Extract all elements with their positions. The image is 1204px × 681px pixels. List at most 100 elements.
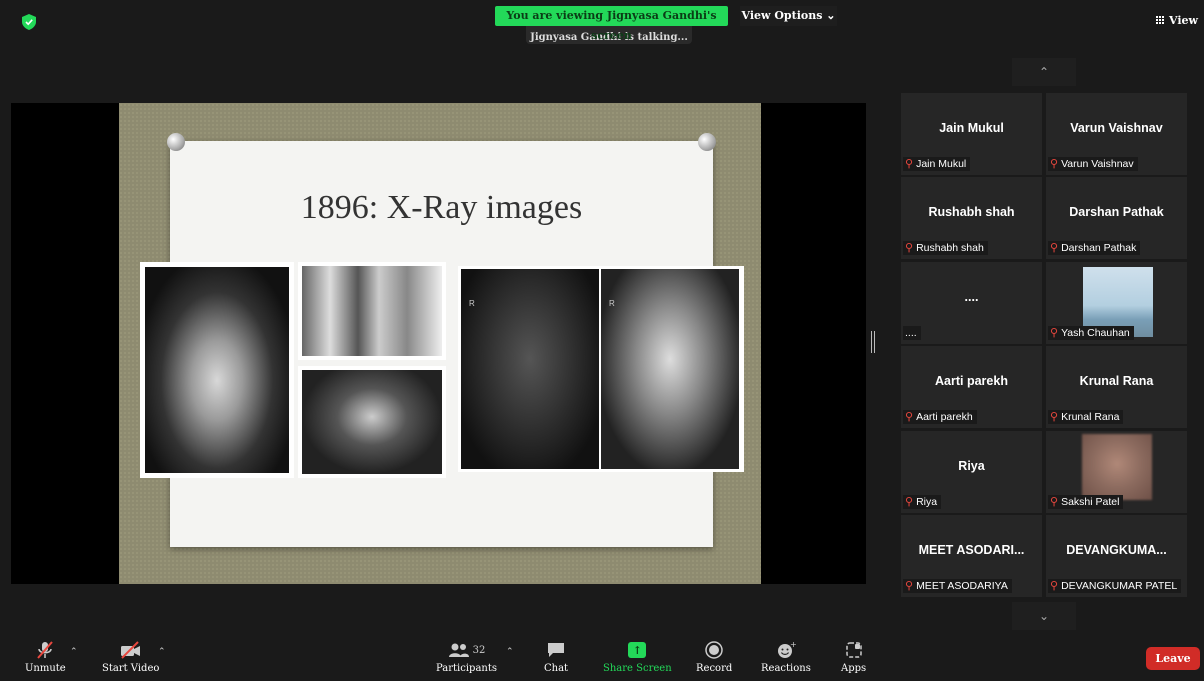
participant-name: Varun Vaishnav — [1070, 121, 1163, 135]
participant-label: ⚲ Jain Mukul — [903, 157, 971, 171]
chest-xray-image — [302, 370, 442, 474]
participant-label-text: Yash Chauhan — [1061, 327, 1130, 339]
participant-name: Darshan Pathak — [1069, 205, 1164, 219]
gallery-scroll-down-button[interactable]: ⌄ — [1012, 602, 1076, 630]
mic-off-icon: ⚲ — [905, 157, 914, 170]
mic-off-icon: ⚲ — [905, 410, 914, 423]
mic-off-icon: ⚲ — [905, 579, 914, 592]
chat-label: Chat — [544, 663, 569, 674]
reactions-button[interactable]: + Reactions — [761, 640, 811, 674]
viewing-banner: You are viewing Jignyasa Gandhi's screen — [495, 6, 728, 42]
slide-title: 1896: X-Ray images — [300, 189, 583, 226]
record-button[interactable]: Record — [696, 640, 732, 674]
participant-tile[interactable]: Riya ⚲ Riya — [901, 431, 1042, 513]
participant-tile[interactable]: Darshan Pathak ⚲ Darshan Pathak — [1046, 177, 1187, 259]
participant-tile[interactable]: Jain Mukul ⚲ Jain Mukul — [901, 93, 1042, 175]
participant-name: Rushabh shah — [928, 205, 1015, 219]
start-video-button[interactable]: Start Video — [102, 640, 159, 674]
participant-name: Aarti parekh — [935, 374, 1008, 388]
participant-label-text: DEVANGKUMAR PATEL — [1061, 580, 1178, 592]
xray-frame-hand — [140, 262, 294, 478]
pin-icon — [698, 133, 716, 151]
reactions-icon: + — [776, 640, 796, 660]
participant-label-text: Varun Vaishnav — [1061, 158, 1134, 170]
shared-screen: 1896: X-Ray images R R — [11, 103, 866, 584]
slide-paper: 1896: X-Ray images R R — [140, 133, 744, 547]
participant-label: ⚲ Varun Vaishnav — [1048, 157, 1138, 171]
meeting-window: Jignyasa Gandhi is talking... You are vi… — [0, 0, 1204, 681]
participant-label-text: Aarti parekh — [916, 411, 973, 423]
mic-muted-icon — [35, 640, 55, 660]
start-video-label: Start Video — [102, 663, 160, 674]
reactions-label: Reactions — [761, 663, 811, 674]
teeth-xray-image — [302, 266, 442, 356]
gallery-scroll-up-button[interactable]: ⌃ — [1012, 58, 1076, 86]
participant-label-text: Krunal Rana — [1061, 411, 1120, 423]
participant-label-text: Rushabh shah — [916, 242, 984, 254]
apps-icon — [845, 640, 862, 660]
chat-button[interactable]: Chat — [544, 640, 568, 674]
participant-label: ⚲ Sakshi Patel — [1048, 495, 1124, 509]
participant-tile[interactable]: .... .... — [901, 262, 1042, 344]
chevron-up-icon: ⌃ — [1038, 65, 1050, 79]
xray-marker: R — [609, 299, 615, 308]
participant-label: ⚲ Krunal Rana — [1048, 410, 1124, 424]
xray-frame-teeth — [298, 262, 446, 360]
pin-icon — [167, 133, 185, 151]
share-screen-button[interactable]: ↑ Share Screen — [603, 640, 672, 674]
chat-icon — [546, 640, 566, 660]
share-screen-label: Share Screen — [603, 663, 672, 674]
participant-name: DEVANGKUMA... — [1066, 543, 1167, 557]
record-icon — [705, 640, 723, 660]
view-button-label: View — [1169, 14, 1198, 27]
audio-options-caret[interactable]: ⌃ — [70, 646, 78, 657]
participant-name: MEET ASODARI... — [918, 543, 1025, 557]
mic-off-icon: ⚲ — [1050, 157, 1059, 170]
participant-tile[interactable]: Varun Vaishnav ⚲ Varun Vaishnav — [1046, 93, 1187, 175]
participant-name: Riya — [958, 459, 985, 473]
participant-tile[interactable]: Aarti parekh ⚲ Aarti parekh — [901, 346, 1042, 428]
participant-tile[interactable]: DEVANGKUMA... ⚲ DEVANGKUMAR PATEL — [1046, 515, 1187, 597]
mic-off-icon: ⚲ — [905, 495, 914, 508]
unmute-label: Unmute — [25, 663, 66, 674]
view-options-button[interactable]: View Options ⌄ — [740, 6, 837, 26]
infant-xray-image-left: R — [461, 269, 599, 469]
participant-label: ⚲ Aarti parekh — [903, 410, 977, 424]
chevron-down-icon: ⌄ — [1038, 609, 1050, 623]
mic-off-icon: ⚲ — [1050, 410, 1059, 423]
participant-name: .... — [964, 290, 979, 304]
xray-frame-chest — [298, 366, 446, 478]
xray-marker: R — [469, 299, 475, 308]
participant-label: ⚲ DEVANGKUMAR PATEL — [1048, 579, 1182, 593]
participant-tile-video[interactable]: ⚲ Sakshi Patel — [1046, 431, 1187, 513]
resize-handle[interactable] — [871, 331, 875, 353]
mic-off-icon: ⚲ — [1050, 326, 1059, 339]
unmute-button[interactable]: Unmute — [25, 640, 66, 674]
presentation-slide: 1896: X-Ray images R R — [119, 103, 761, 584]
hand-xray-image — [145, 267, 289, 473]
participant-tile-video[interactable]: ⚲ Yash Chauhan — [1046, 262, 1187, 344]
view-button[interactable]: View — [1156, 14, 1198, 27]
share-arrow-icon: ↑ — [628, 642, 647, 658]
participant-label: ⚲ MEET ASODARIYA — [903, 579, 1012, 593]
participant-label-text: Sakshi Patel — [1061, 496, 1120, 508]
apps-button[interactable]: Apps — [841, 640, 866, 674]
participant-tile[interactable]: Krunal Rana ⚲ Krunal Rana — [1046, 346, 1187, 428]
participant-label: .... — [903, 326, 921, 340]
participant-video-feed — [1082, 434, 1152, 500]
participants-options-caret[interactable]: ⌃ — [506, 646, 514, 657]
mic-off-icon: ⚲ — [1050, 579, 1059, 592]
chevron-down-icon: ⌄ — [826, 9, 836, 22]
participant-tile[interactable]: MEET ASODARI... ⚲ MEET ASODARIYA — [901, 515, 1042, 597]
participants-count: 32 — [472, 644, 486, 656]
participant-tile[interactable]: Rushabh shah ⚲ Rushabh shah — [901, 177, 1042, 259]
participant-name: Krunal Rana — [1079, 374, 1154, 388]
svg-text:+: + — [790, 640, 796, 649]
participant-label: ⚲ Rushabh shah — [903, 241, 988, 255]
video-options-caret[interactable]: ⌃ — [158, 646, 166, 657]
participant-label-text: Riya — [916, 496, 938, 508]
shield-icon[interactable] — [22, 14, 36, 30]
leave-button[interactable]: Leave — [1146, 647, 1200, 670]
participants-button[interactable]: 32 Participants — [436, 640, 497, 674]
participant-label-text: MEET ASODARIYA — [916, 580, 1008, 592]
